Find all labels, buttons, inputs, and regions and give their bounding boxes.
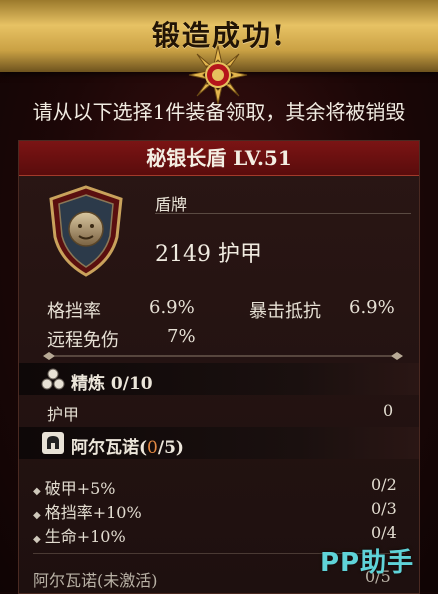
set-bonus-label: 破甲+5% bbox=[44, 479, 116, 498]
stat-label-block: 格挡率 bbox=[47, 301, 101, 322]
set-bonus-progress: 0/4 bbox=[371, 523, 397, 542]
set-total: /5) bbox=[157, 438, 184, 458]
diamond-bullet-icon: ◆ bbox=[33, 534, 41, 545]
set-bonus-label: 生命+10% bbox=[44, 527, 126, 546]
set-bonus-row: ◆ 格挡率+10% bbox=[33, 499, 142, 523]
ornament-divider bbox=[43, 352, 403, 360]
refine-row-label: 护甲 bbox=[47, 405, 80, 424]
diamond-bullet-icon: ◆ bbox=[33, 486, 41, 497]
set-count: 0 bbox=[147, 438, 158, 458]
item-card[interactable]: 秘银长盾 LV.51 盾牌 2149 护甲 格挡率 6.9% 暴击抵抗 6.9%… bbox=[18, 140, 420, 594]
set-bonus-row: ◆ 破甲+5% bbox=[33, 475, 116, 499]
diamond-bullet-icon: ◆ bbox=[33, 510, 41, 521]
stat-value-ranged-reduction: 7% bbox=[167, 326, 196, 347]
set-title: 阿尔瓦诺(0/5) bbox=[71, 433, 184, 458]
set-inactive-label: 阿尔瓦诺(未激活) bbox=[33, 571, 158, 590]
item-name-level: 秘银长盾 LV.51 bbox=[19, 141, 419, 176]
refine-gems-icon bbox=[41, 368, 65, 390]
item-type: 盾牌 bbox=[155, 195, 188, 214]
type-divider bbox=[155, 213, 411, 214]
armor-value: 2149 护甲 bbox=[155, 242, 262, 267]
watermark: PP助手 bbox=[320, 548, 415, 578]
set-name: 阿尔瓦诺( bbox=[71, 438, 148, 458]
stat-value-block: 6.9% bbox=[149, 297, 195, 318]
refine-row-value: 0 bbox=[383, 401, 394, 420]
shield-icon bbox=[49, 185, 123, 277]
stat-label-crit-resist: 暴击抵抗 bbox=[249, 301, 321, 322]
stat-value-crit-resist: 6.9% bbox=[349, 297, 395, 318]
set-helmet-icon bbox=[42, 432, 64, 454]
set-bonus-progress: 0/3 bbox=[371, 499, 397, 518]
set-bonus-label: 格挡率+10% bbox=[44, 503, 142, 522]
set-bonus-progress: 0/2 bbox=[371, 475, 397, 494]
selection-prompt: 请从以下选择1件装备领取，其余将被销毁 bbox=[32, 100, 406, 124]
refine-label: 精炼 0/10 bbox=[71, 374, 153, 394]
set-bonus-row: ◆ 生命+10% bbox=[33, 523, 126, 547]
